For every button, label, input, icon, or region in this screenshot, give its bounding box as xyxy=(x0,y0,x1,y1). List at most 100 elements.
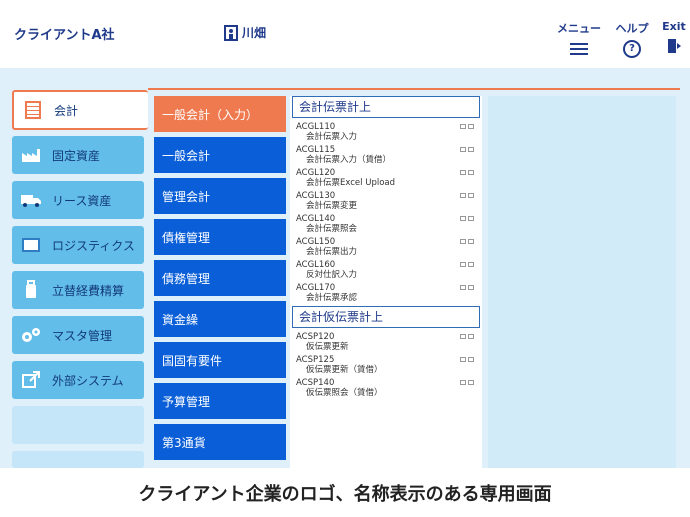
exit-button[interactable]: Exit xyxy=(660,20,688,55)
entry-name: 会計伝票承認 xyxy=(306,293,358,303)
exit-label: Exit xyxy=(662,20,686,33)
entry-name: 仮伝票更新（賃借） xyxy=(306,365,383,375)
detail-panel xyxy=(488,96,676,468)
sidebar-item-external[interactable]: 外部システム xyxy=(12,361,144,399)
luggage-icon xyxy=(26,280,36,298)
entry-name: 反対仕訳入力 xyxy=(306,270,358,280)
user-name: 川畑 xyxy=(242,26,267,40)
app-header: クライアントA社 川畑 メニュー ヘルプ ? Exit xyxy=(0,0,690,68)
gears-icon xyxy=(22,328,40,342)
list-item[interactable]: ACGL140 会計伝票照会 xyxy=(296,214,476,236)
entry-code: ACGL140 xyxy=(296,214,336,224)
external-link-icon xyxy=(22,371,40,388)
folder-icon[interactable] xyxy=(468,357,474,362)
entry-code: ACGL120 xyxy=(296,168,336,178)
folder-icon[interactable] xyxy=(468,239,474,244)
list-item[interactable]: ACGL170 会計伝票承認 xyxy=(296,283,476,305)
copy-icon[interactable] xyxy=(460,334,466,339)
sidebar-item-label: マスタ管理 xyxy=(52,328,113,343)
copy-icon[interactable] xyxy=(460,380,466,385)
truck-icon xyxy=(21,195,41,207)
list-item[interactable]: ACSP125 仮伝票更新（賃借） xyxy=(296,355,476,377)
folder-icon[interactable] xyxy=(468,262,474,267)
company-name: クライアントA社 xyxy=(14,28,115,43)
copy-icon[interactable] xyxy=(460,262,466,267)
box-icon xyxy=(22,238,40,252)
folder-icon[interactable] xyxy=(468,334,474,339)
sidebar-item-master[interactable]: マスタ管理 xyxy=(12,316,144,354)
calculator-icon xyxy=(25,101,41,119)
list-item[interactable]: ACGL110 会計伝票入力 xyxy=(296,122,476,144)
question-icon: ? xyxy=(623,40,641,58)
copy-icon[interactable] xyxy=(460,147,466,152)
list-item[interactable]: ACGL120 会計伝票Excel Upload xyxy=(296,168,476,190)
group-title: 会計伝票計上 xyxy=(292,96,480,118)
sidebar-item-label: 固定資産 xyxy=(52,148,101,163)
sidebar-item-label: 外部システム xyxy=(52,373,124,388)
entry-code: ACGL110 xyxy=(296,122,336,132)
entry-code: ACGL150 xyxy=(296,237,336,247)
factory-icon xyxy=(22,149,40,162)
copy-icon[interactable] xyxy=(460,357,466,362)
category-receivables[interactable]: 債権管理 xyxy=(154,219,286,255)
category-budget[interactable]: 予算管理 xyxy=(154,383,286,419)
list-item[interactable]: ACGL130 会計伝票変更 xyxy=(296,191,476,213)
user-badge: 川畑 xyxy=(224,24,266,41)
category-general-input[interactable]: 一般会計（入力） xyxy=(154,96,286,132)
entry-code: ACGL160 xyxy=(296,260,336,270)
folder-icon[interactable] xyxy=(468,193,474,198)
help-button[interactable]: ヘルプ ? xyxy=(612,20,652,58)
entry-code: ACSP140 xyxy=(296,378,335,388)
logout-icon xyxy=(668,39,681,53)
entry-code: ACSP125 xyxy=(296,355,335,365)
category-management[interactable]: 管理会計 xyxy=(154,178,286,214)
copy-icon[interactable] xyxy=(460,216,466,221)
copy-icon[interactable] xyxy=(460,285,466,290)
help-label: ヘルプ xyxy=(615,22,649,35)
sidebar-empty-slot xyxy=(12,451,144,468)
list-item[interactable]: ACGL160 反対仕訳入力 xyxy=(296,260,476,282)
sidebar-item-label: 会計 xyxy=(54,103,79,118)
user-icon xyxy=(224,24,238,41)
entry-code: ACGL130 xyxy=(296,191,336,201)
sidebar-item-fixed-assets[interactable]: 固定資産 xyxy=(12,136,144,174)
entry-name: 会計伝票入力 xyxy=(306,132,358,142)
folder-icon[interactable] xyxy=(468,380,474,385)
list-item[interactable]: ACSP140 仮伝票照会（賃借） xyxy=(296,378,476,400)
folder-icon[interactable] xyxy=(468,147,474,152)
entry-code: ACSP120 xyxy=(296,332,335,342)
list-item[interactable]: ACSP120 仮伝票更新 xyxy=(296,332,476,354)
entry-code: ACGL170 xyxy=(296,283,336,293)
folder-icon[interactable] xyxy=(468,170,474,175)
folder-icon[interactable] xyxy=(468,285,474,290)
category-third-currency[interactable]: 第3通貨 xyxy=(154,424,286,460)
copy-icon[interactable] xyxy=(460,124,466,129)
entry-name: 仮伝票照会（賃借） xyxy=(306,388,383,398)
entry-name: 会計伝票照会 xyxy=(306,224,358,234)
menu-button[interactable]: メニュー xyxy=(556,20,602,58)
sidebar-empty-slot xyxy=(12,406,144,444)
folder-icon[interactable] xyxy=(468,216,474,221)
copy-icon[interactable] xyxy=(460,170,466,175)
entry-code: ACGL115 xyxy=(296,145,336,155)
copy-icon[interactable] xyxy=(460,193,466,198)
category-general[interactable]: 一般会計 xyxy=(154,137,286,173)
entry-name: 会計伝票入力（賃借） xyxy=(306,155,392,165)
category-country-specific[interactable]: 国固有要件 xyxy=(154,342,286,378)
list-item[interactable]: ACGL115 会計伝票入力（賃借） xyxy=(296,145,476,167)
sidebar-item-expense[interactable]: 立替経費精算 xyxy=(12,271,144,309)
sidebar-item-lease-assets[interactable]: リース資産 xyxy=(12,181,144,219)
entry-name: 仮伝票更新 xyxy=(306,342,349,352)
entry-name: 会計伝票出力 xyxy=(306,247,358,257)
list-item[interactable]: ACGL150 会計伝票出力 xyxy=(296,237,476,259)
group-title: 会計仮伝票計上 xyxy=(292,306,480,328)
copy-icon[interactable] xyxy=(460,239,466,244)
active-tab-border xyxy=(148,88,680,90)
sidebar-item-logistics[interactable]: ロジスティクス xyxy=(12,226,144,264)
function-list: 会計伝票計上 ACGL110 会計伝票入力 ACGL115 会計伝票入力（賃借）… xyxy=(290,96,482,468)
category-payables[interactable]: 債務管理 xyxy=(154,260,286,296)
sidebar-item-accounting[interactable]: 会計 xyxy=(12,90,148,130)
category-cash-flow[interactable]: 資金繰 xyxy=(154,301,286,337)
sidebar-item-label: リース資産 xyxy=(52,193,112,208)
folder-icon[interactable] xyxy=(468,124,474,129)
